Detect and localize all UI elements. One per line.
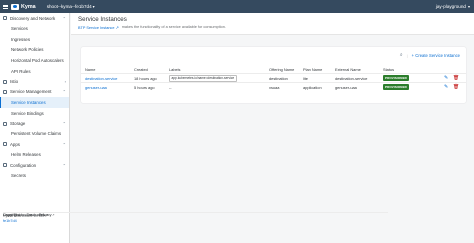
network-icon <box>3 16 7 20</box>
chevron-up-icon: ⌃ <box>62 162 66 168</box>
sidebar-item-services[interactable]: Services <box>0 23 69 34</box>
configuration-icon <box>3 163 7 168</box>
brand-title: Kyma <box>21 3 36 10</box>
sidebar-group-discovery[interactable]: Discovery and Network ⌃ <box>0 13 69 23</box>
edit-icon[interactable]: ✎ <box>444 85 448 90</box>
page-header: Service Instances BTP Service Instance ↗… <box>71 13 474 35</box>
search-icon[interactable]: ⌕ <box>400 52 403 58</box>
sidebar-item-network-policies[interactable]: Network Policies <box>0 45 69 56</box>
cluster-selector[interactable]: shoot--kyma--fe1b7d4 <box>47 4 92 9</box>
status-cell: PROVISIONED <box>383 74 418 82</box>
user-menu[interactable]: jay-playground <box>436 4 466 9</box>
created-cell: 5 hours ago <box>134 84 155 90</box>
storage-icon <box>3 121 7 126</box>
service-instances-table: ⌕ | + Create Service Instance Name Creat… <box>81 47 466 103</box>
label-tag: app.kubernetes.io/name=destination-servi… <box>169 74 237 82</box>
table-header: Name Created Labels Offering Name Plan N… <box>81 66 466 73</box>
column-header-created[interactable]: Created <box>134 66 166 73</box>
chevron-down-icon[interactable]: ▾ <box>93 4 95 9</box>
sidebar-footer: Legal Disclosure↗ Privacy↗ Copyright↗ Tr… <box>3 212 388 223</box>
column-header-external-name: External Name <box>335 67 361 72</box>
btp-service-instance-link[interactable]: BTP Service Instance ↗ <box>78 25 119 30</box>
sidebar-group-apps[interactable]: Apps ⌃ <box>0 139 69 149</box>
status-badge: PROVISIONED <box>383 75 409 81</box>
plan-name-cell: lite <box>303 75 308 81</box>
row-actions: ✎ 🗑 <box>444 83 464 91</box>
sidebar-item-secrets[interactable]: Secrets <box>0 170 69 181</box>
external-name-cell: destination-service <box>335 75 368 81</box>
external-link-icon: ↗ <box>115 26 119 30</box>
table-row: destination-service 18 hours ago app.kub… <box>81 73 466 82</box>
external-link-icon: ↗ <box>20 213 23 217</box>
column-header-offering-name: Offering Name <box>269 67 295 72</box>
sidebar-group-service-management[interactable]: Service Management ⌃ <box>0 87 69 97</box>
chevron-right-icon: › <box>64 79 66 85</box>
row-actions: ✎ 🗑 <box>444 74 464 82</box>
istio-icon <box>3 79 7 84</box>
chevron-down-icon[interactable]: ▾ <box>468 4 470 9</box>
chevron-up-icon: ⌃ <box>62 15 66 21</box>
apps-icon <box>3 142 7 147</box>
status-badge: PROVISIONED <box>383 84 409 90</box>
table-toolbar: ⌕ | + Create Service Instance <box>400 52 460 58</box>
plus-icon: + <box>411 52 415 58</box>
chevron-up-icon: ⌃ <box>62 121 66 127</box>
labels-cell: -- <box>169 84 172 90</box>
sidebar-item-hpa[interactable]: Horizontal Pod Autoscalers <box>0 55 69 66</box>
column-header-labels: Labels <box>169 67 181 72</box>
page-description: BTP Service Instance ↗ makes the functio… <box>78 25 226 30</box>
copyright-link[interactable]: Copyright↗ <box>3 212 23 221</box>
external-link-icon: ↗ <box>45 213 49 217</box>
edit-icon[interactable]: ✎ <box>444 76 448 81</box>
sidebar-item-service-bindings[interactable]: Service Bindings <box>0 108 69 119</box>
menu-icon[interactable] <box>3 4 8 9</box>
sidebar-group-istio[interactable]: Istio › <box>0 77 69 87</box>
plan-name-cell: application <box>303 84 322 90</box>
divider: | <box>406 52 408 58</box>
create-service-instance-button[interactable]: + Create Service Instance <box>412 53 460 58</box>
sidebar-group-storage[interactable]: Storage ⌃ <box>0 119 69 129</box>
sidebar-item-pvc[interactable]: Persistent Volume Claims <box>0 129 69 140</box>
kyma-logo[interactable] <box>11 3 19 10</box>
column-header-plan-name: Plan Name <box>303 67 323 72</box>
page-title: Service Instances <box>78 16 127 23</box>
delete-icon[interactable]: 🗑 <box>453 85 459 90</box>
offering-name-cell: destination <box>269 75 288 81</box>
sidebar-group-configuration[interactable]: Configuration ⌃ <box>0 160 69 170</box>
offering-name-cell: xsuaa <box>269 84 280 90</box>
created-cell: 18 hours ago <box>134 75 157 81</box>
trademark-link[interactable]: Trademark↗ <box>27 212 49 221</box>
shell-bar: Kyma shoot--kyma--fe1b7d4 ▾ jay-playgrou… <box>0 0 474 13</box>
instance-name-link[interactable]: destination-service <box>85 74 131 82</box>
sidebar: Discovery and Network ⌃ Services Ingress… <box>0 13 388 243</box>
instance-name-link[interactable]: genuser-uaa <box>85 83 131 91</box>
chevron-up-icon: ⌃ <box>62 89 66 95</box>
sidebar-item-helm-releases[interactable]: Helm Releases <box>0 149 69 160</box>
sidebar-item-ingresses[interactable]: Ingresses <box>0 34 69 45</box>
table-row: genuser-uaa 5 hours ago -- xsuaa applica… <box>81 82 466 91</box>
service-management-icon <box>3 89 7 94</box>
column-header-name[interactable]: Name <box>85 66 131 73</box>
chevron-up-icon: ⌃ <box>62 141 66 147</box>
external-name-cell: genuser-uaa <box>335 84 357 90</box>
column-header-status: Status <box>383 67 395 72</box>
status-cell: PROVISIONED <box>383 83 418 91</box>
labels-cell: app.kubernetes.io/name=destination-servi… <box>169 74 266 82</box>
delete-icon[interactable]: 🗑 <box>453 76 459 81</box>
sidebar-item-service-instances[interactable]: Service Instances <box>0 96 69 108</box>
sidebar-item-api-rules[interactable]: API Rules <box>0 66 69 77</box>
